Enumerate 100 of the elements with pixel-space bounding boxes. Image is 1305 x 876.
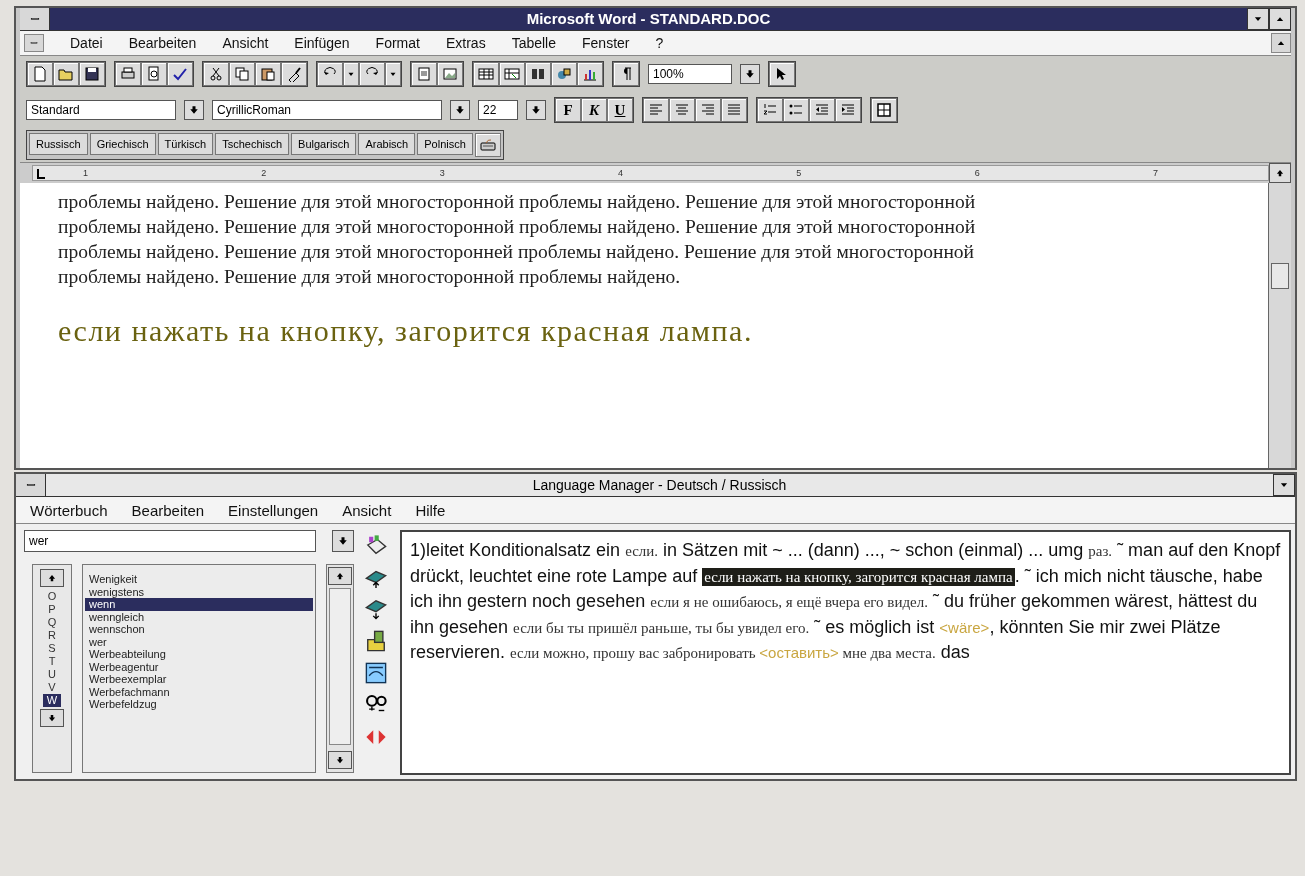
drawing-button[interactable] <box>551 62 577 86</box>
language-button[interactable]: Russisch <box>29 133 88 155</box>
minimize-button[interactable] <box>1273 474 1295 496</box>
minimize-button[interactable] <box>1247 8 1269 30</box>
word-item[interactable]: wenn <box>85 598 313 611</box>
arrow-down-icon[interactable] <box>337 535 349 547</box>
format-button[interactable]: K <box>581 98 607 122</box>
menu-item[interactable]: Wörterbuch <box>30 501 108 519</box>
word-item[interactable]: Werbeexemplar <box>85 673 313 686</box>
cut-button[interactable] <box>203 62 229 86</box>
font-field[interactable]: CyrillicRoman <box>212 100 442 120</box>
dropdown-button[interactable] <box>332 530 354 552</box>
arrow-down-icon[interactable] <box>47 713 57 723</box>
menu-item[interactable]: Bearbeiten <box>131 501 205 519</box>
printer-icon[interactable] <box>120 66 136 82</box>
language-button[interactable]: Tschechisch <box>215 133 290 155</box>
menu-item[interactable]: Einstellungen <box>228 501 319 519</box>
numbered-list-icon[interactable] <box>762 102 778 118</box>
menu-item[interactable]: Extras <box>445 36 486 50</box>
language-button[interactable]: Polnisch <box>417 133 473 155</box>
justify-icon[interactable] <box>726 102 742 118</box>
print-preview-icon[interactable] <box>146 66 162 82</box>
scrollbar[interactable] <box>1268 183 1291 468</box>
drawing-icon[interactable] <box>556 66 572 82</box>
letter-item[interactable]: W <box>42 694 62 707</box>
scroll-down-button[interactable] <box>328 751 352 769</box>
language-button[interactable]: Griechisch <box>89 133 156 155</box>
print-preview-button[interactable] <box>141 62 167 86</box>
spellcheck-button[interactable] <box>167 62 193 86</box>
frame-icon[interactable] <box>416 66 432 82</box>
indent-button[interactable] <box>835 98 861 122</box>
menu-item[interactable]: Ansicht <box>342 501 392 519</box>
word-item[interactable]: wennschon <box>85 623 313 636</box>
word-item[interactable]: Werbefachmann <box>85 685 313 698</box>
size-field[interactable]: 22 <box>478 100 518 120</box>
spellcheck-icon[interactable] <box>172 66 188 82</box>
letter-item[interactable]: R <box>44 629 60 642</box>
save-icon[interactable] <box>84 66 100 82</box>
columns-icon[interactable] <box>530 66 546 82</box>
bar-chart-button[interactable] <box>577 62 603 86</box>
table-icon[interactable] <box>478 66 494 82</box>
maximize-button[interactable] <box>1269 8 1291 30</box>
word-item[interactable]: Werbefeldzug <box>85 698 313 711</box>
borders-button[interactable] <box>871 98 897 122</box>
format-button[interactable]: F <box>555 98 581 122</box>
insert-picture-button[interactable] <box>437 62 463 86</box>
format-button[interactable]: U <box>607 98 633 122</box>
cut-icon[interactable] <box>208 66 224 82</box>
restore-button[interactable] <box>1271 33 1291 53</box>
system-menu-button[interactable] <box>16 474 46 496</box>
letter-item[interactable]: T <box>44 655 60 668</box>
insert-picture-icon[interactable] <box>442 66 458 82</box>
ruler[interactable]: 1 2 3 4 5 6 7 <box>32 165 1269 181</box>
letter-item[interactable]: Q <box>43 616 61 629</box>
menu-item[interactable]: ? <box>655 36 664 50</box>
copy-button[interactable] <box>229 62 255 86</box>
scrollbar[interactable] <box>326 564 354 773</box>
menu-item[interactable]: Fenster <box>582 36 630 50</box>
style-field[interactable]: Standard <box>26 100 176 120</box>
dash-icon[interactable] <box>28 39 40 47</box>
letter-item[interactable]: U <box>44 668 60 681</box>
outdent-icon[interactable] <box>814 102 830 118</box>
scroll-up-button[interactable] <box>40 569 64 587</box>
scroll-up-button[interactable] <box>1269 163 1291 183</box>
menu-item[interactable]: Bearbeiten <box>128 36 197 50</box>
menu-item[interactable]: Format <box>375 36 420 50</box>
letter-item[interactable]: S <box>44 642 60 655</box>
justify-button[interactable] <box>721 98 747 122</box>
spreadsheet-button[interactable] <box>499 62 525 86</box>
paste-icon[interactable] <box>260 66 276 82</box>
help-pointer-button[interactable] <box>769 62 795 86</box>
letter-item[interactable]: O <box>43 590 61 603</box>
align-right-button[interactable] <box>695 98 721 122</box>
align-left-button[interactable] <box>643 98 669 122</box>
menu-item[interactable]: Datei <box>70 36 103 50</box>
align-left-icon[interactable] <box>648 102 664 118</box>
open-folder-icon[interactable] <box>58 66 74 82</box>
columns-button[interactable] <box>525 62 551 86</box>
spreadsheet-icon[interactable] <box>504 66 520 82</box>
new-document-icon[interactable] <box>32 66 48 82</box>
scroll-down-button[interactable] <box>40 709 64 727</box>
word-item[interactable]: Werbeagentur <box>85 660 313 673</box>
menu-item[interactable]: Tabelle <box>511 36 556 50</box>
paste-button[interactable] <box>255 62 281 86</box>
arrow-up-icon[interactable] <box>47 573 57 583</box>
open-folder-button[interactable] <box>53 62 79 86</box>
printer-button[interactable] <box>115 62 141 86</box>
word-item[interactable]: wer <box>85 635 313 648</box>
outdent-button[interactable] <box>809 98 835 122</box>
system-menu-button[interactable] <box>20 8 50 30</box>
scroll-thumb[interactable] <box>1271 263 1289 289</box>
frame-button[interactable] <box>411 62 437 86</box>
scroll-thumb[interactable] <box>329 588 351 745</box>
new-document-button[interactable] <box>27 62 53 86</box>
word-item[interactable]: wenigstens <box>85 585 313 598</box>
redo-button[interactable] <box>359 62 385 86</box>
letter-item[interactable]: V <box>44 681 60 694</box>
word-item[interactable]: Werbeabteilung <box>85 648 313 661</box>
arrow-up-icon[interactable] <box>1275 168 1285 178</box>
menu-item[interactable]: Einfügen <box>294 36 350 50</box>
